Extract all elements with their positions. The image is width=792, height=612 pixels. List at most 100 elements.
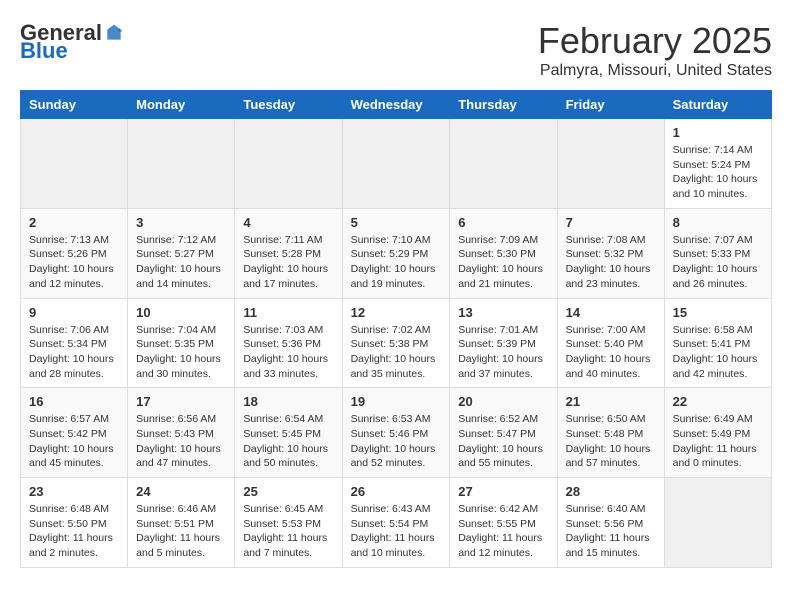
day-number: 9: [29, 305, 119, 320]
calendar-day-cell: 25 Sunrise: 6:45 AM Sunset: 5:53 PM Dayli…: [235, 478, 342, 568]
day-info: Sunrise: 7:09 AM Sunset: 5:30 PM Dayligh…: [458, 233, 548, 292]
day-number: 1: [673, 125, 763, 140]
day-info: Sunrise: 7:03 AM Sunset: 5:36 PM Dayligh…: [243, 323, 333, 382]
calendar-day-cell: 24 Sunrise: 6:46 AM Sunset: 5:51 PM Dayli…: [128, 478, 235, 568]
day-number: 10: [136, 305, 226, 320]
calendar-day-cell: 27Sunrise: 6:42 AM Sunset: 5:55 PM Dayli…: [450, 478, 557, 568]
day-number: 16: [29, 394, 119, 409]
calendar-day-cell: [664, 478, 771, 568]
calendar-header-row: Sunday Monday Tuesday Wednesday Thursday…: [21, 91, 772, 119]
calendar-day-cell: [21, 119, 128, 209]
day-number: 15: [673, 305, 763, 320]
logo-icon: [104, 23, 124, 43]
day-info: Sunrise: 7:06 AM Sunset: 5:34 PM Dayligh…: [29, 323, 119, 382]
calendar-day-cell: 22 Sunrise: 6:49 AM Sunset: 5:49 PM Dayli…: [664, 388, 771, 478]
day-info: Sunrise: 6:45 AM Sunset: 5:53 PM Dayligh…: [243, 502, 333, 561]
calendar-day-cell: 14 Sunrise: 7:00 AM Sunset: 5:40 PM Dayli…: [557, 298, 664, 388]
calendar-day-cell: 2 Sunrise: 7:13 AM Sunset: 5:26 PM Daylig…: [21, 208, 128, 298]
day-info: Sunrise: 7:12 AM Sunset: 5:27 PM Dayligh…: [136, 233, 226, 292]
calendar-day-cell: 23 Sunrise: 6:48 AM Sunset: 5:50 PM Dayli…: [21, 478, 128, 568]
title-section: February 2025 Palmyra, Missouri, United …: [538, 20, 772, 80]
header-thursday: Thursday: [450, 91, 557, 119]
calendar-day-cell: 20Sunrise: 6:52 AM Sunset: 5:47 PM Dayli…: [450, 388, 557, 478]
day-number: 20: [458, 394, 548, 409]
day-info: Sunrise: 6:54 AM Sunset: 5:45 PM Dayligh…: [243, 412, 333, 471]
day-number: 28: [566, 484, 656, 499]
day-info: Sunrise: 6:43 AM Sunset: 5:54 PM Dayligh…: [351, 502, 442, 561]
day-info: Sunrise: 7:13 AM Sunset: 5:26 PM Dayligh…: [29, 233, 119, 292]
calendar-day-cell: 18 Sunrise: 6:54 AM Sunset: 5:45 PM Dayli…: [235, 388, 342, 478]
day-number: 4: [243, 215, 333, 230]
day-info: Sunrise: 7:07 AM Sunset: 5:33 PM Dayligh…: [673, 233, 763, 292]
day-info: Sunrise: 7:14 AM Sunset: 5:24 PM Dayligh…: [673, 143, 763, 202]
calendar-day-cell: [557, 119, 664, 209]
day-number: 7: [566, 215, 656, 230]
calendar-day-cell: 28Sunrise: 6:40 AM Sunset: 5:56 PM Dayli…: [557, 478, 664, 568]
day-info: Sunrise: 7:02 AM Sunset: 5:38 PM Dayligh…: [351, 323, 442, 382]
day-number: 8: [673, 215, 763, 230]
day-number: 27: [458, 484, 548, 499]
day-number: 3: [136, 215, 226, 230]
day-info: Sunrise: 6:50 AM Sunset: 5:48 PM Dayligh…: [566, 412, 656, 471]
header-wednesday: Wednesday: [342, 91, 450, 119]
day-number: 23: [29, 484, 119, 499]
day-info: Sunrise: 6:56 AM Sunset: 5:43 PM Dayligh…: [136, 412, 226, 471]
calendar-day-cell: 19 Sunrise: 6:53 AM Sunset: 5:46 PM Dayli…: [342, 388, 450, 478]
calendar-day-cell: 26 Sunrise: 6:43 AM Sunset: 5:54 PM Dayli…: [342, 478, 450, 568]
calendar-day-cell: 8 Sunrise: 7:07 AM Sunset: 5:33 PM Daylig…: [664, 208, 771, 298]
page-header: General Blue February 2025 Palmyra, Miss…: [20, 20, 772, 80]
day-info: Sunrise: 6:46 AM Sunset: 5:51 PM Dayligh…: [136, 502, 226, 561]
day-info: Sunrise: 6:49 AM Sunset: 5:49 PM Dayligh…: [673, 412, 763, 471]
day-number: 13: [458, 305, 548, 320]
day-info: Sunrise: 7:04 AM Sunset: 5:35 PM Dayligh…: [136, 323, 226, 382]
day-number: 19: [351, 394, 442, 409]
calendar-day-cell: 4 Sunrise: 7:11 AM Sunset: 5:28 PM Daylig…: [235, 208, 342, 298]
day-info: Sunrise: 6:57 AM Sunset: 5:42 PM Dayligh…: [29, 412, 119, 471]
logo: General Blue: [20, 20, 124, 64]
calendar-day-cell: 15Sunrise: 6:58 AM Sunset: 5:41 PM Dayli…: [664, 298, 771, 388]
day-number: 2: [29, 215, 119, 230]
calendar-day-cell: 12 Sunrise: 7:02 AM Sunset: 5:38 PM Dayli…: [342, 298, 450, 388]
day-number: 22: [673, 394, 763, 409]
location-title: Palmyra, Missouri, United States: [538, 62, 772, 80]
day-info: Sunrise: 7:01 AM Sunset: 5:39 PM Dayligh…: [458, 323, 548, 382]
day-number: 26: [351, 484, 442, 499]
header-saturday: Saturday: [664, 91, 771, 119]
calendar-day-cell: 21 Sunrise: 6:50 AM Sunset: 5:48 PM Dayli…: [557, 388, 664, 478]
calendar-day-cell: 16 Sunrise: 6:57 AM Sunset: 5:42 PM Dayli…: [21, 388, 128, 478]
header-monday: Monday: [128, 91, 235, 119]
header-sunday: Sunday: [21, 91, 128, 119]
day-info: Sunrise: 7:10 AM Sunset: 5:29 PM Dayligh…: [351, 233, 442, 292]
day-info: Sunrise: 7:00 AM Sunset: 5:40 PM Dayligh…: [566, 323, 656, 382]
calendar-week-row: 1 Sunrise: 7:14 AM Sunset: 5:24 PM Daylig…: [21, 119, 772, 209]
calendar-day-cell: [342, 119, 450, 209]
day-number: 12: [351, 305, 442, 320]
calendar-day-cell: 13 Sunrise: 7:01 AM Sunset: 5:39 PM Dayli…: [450, 298, 557, 388]
calendar-day-cell: 7Sunrise: 7:08 AM Sunset: 5:32 PM Daylig…: [557, 208, 664, 298]
calendar-day-cell: 11Sunrise: 7:03 AM Sunset: 5:36 PM Dayli…: [235, 298, 342, 388]
day-number: 24: [136, 484, 226, 499]
calendar-week-row: 2 Sunrise: 7:13 AM Sunset: 5:26 PM Daylig…: [21, 208, 772, 298]
day-number: 25: [243, 484, 333, 499]
header-tuesday: Tuesday: [235, 91, 342, 119]
calendar-day-cell: 1 Sunrise: 7:14 AM Sunset: 5:24 PM Daylig…: [664, 119, 771, 209]
day-info: Sunrise: 7:11 AM Sunset: 5:28 PM Dayligh…: [243, 233, 333, 292]
day-info: Sunrise: 6:53 AM Sunset: 5:46 PM Dayligh…: [351, 412, 442, 471]
calendar-day-cell: [450, 119, 557, 209]
month-title: February 2025: [538, 20, 772, 62]
calendar-day-cell: [235, 119, 342, 209]
day-number: 14: [566, 305, 656, 320]
logo-blue-text: Blue: [20, 38, 68, 63]
calendar-day-cell: 10 Sunrise: 7:04 AM Sunset: 5:35 PM Dayli…: [128, 298, 235, 388]
header-friday: Friday: [557, 91, 664, 119]
calendar-day-cell: 17Sunrise: 6:56 AM Sunset: 5:43 PM Dayli…: [128, 388, 235, 478]
calendar-day-cell: [128, 119, 235, 209]
day-number: 18: [243, 394, 333, 409]
calendar-day-cell: 6Sunrise: 7:09 AM Sunset: 5:30 PM Daylig…: [450, 208, 557, 298]
calendar-day-cell: 3 Sunrise: 7:12 AM Sunset: 5:27 PM Daylig…: [128, 208, 235, 298]
day-number: 5: [351, 215, 442, 230]
day-info: Sunrise: 6:48 AM Sunset: 5:50 PM Dayligh…: [29, 502, 119, 561]
calendar-table: Sunday Monday Tuesday Wednesday Thursday…: [20, 90, 772, 568]
day-number: 21: [566, 394, 656, 409]
calendar-week-row: 16 Sunrise: 6:57 AM Sunset: 5:42 PM Dayli…: [21, 388, 772, 478]
